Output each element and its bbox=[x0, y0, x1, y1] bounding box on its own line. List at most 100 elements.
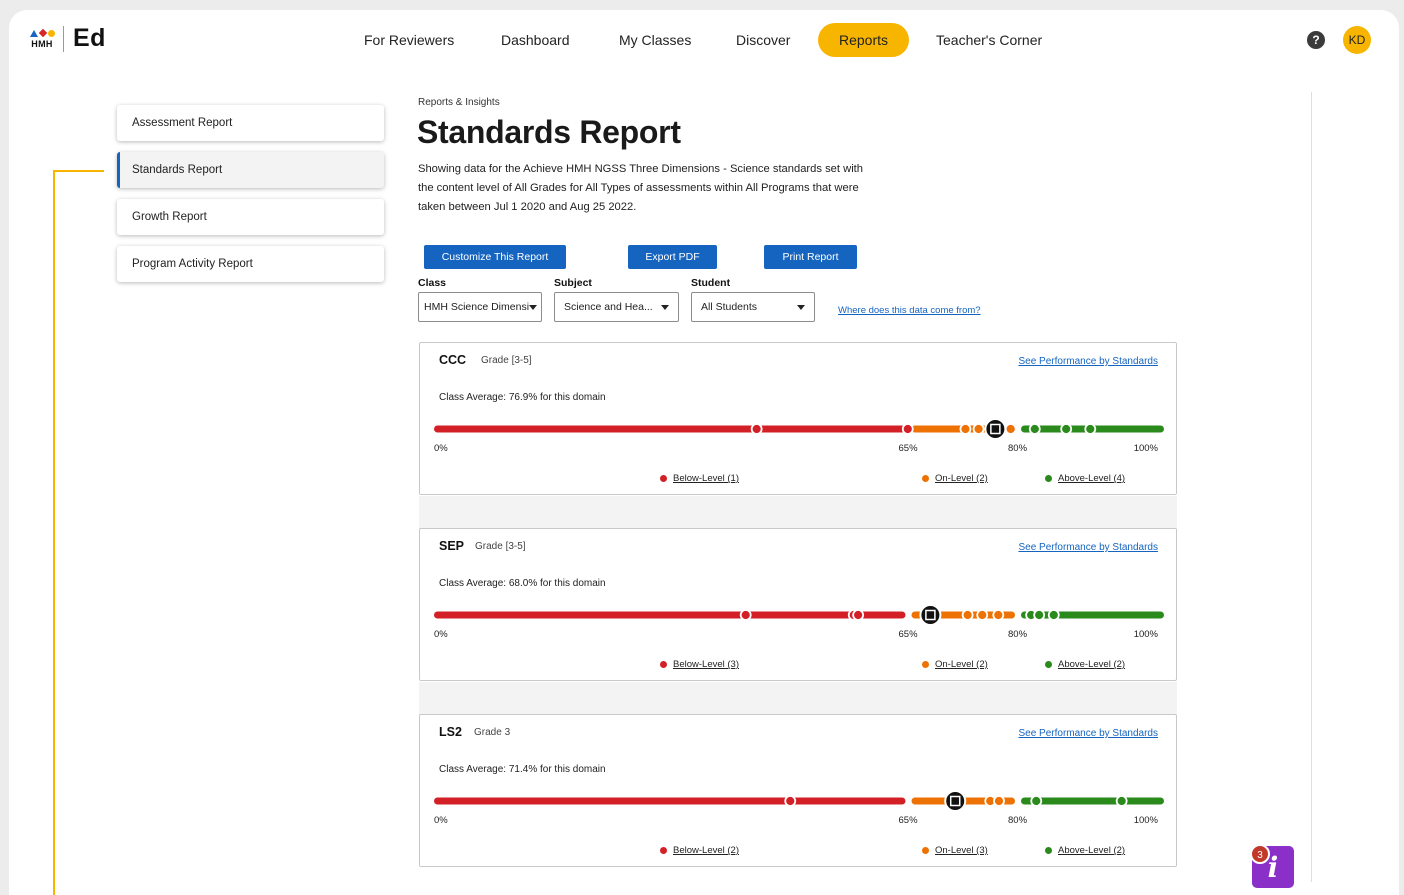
legend-above-level[interactable]: Above-Level (2) bbox=[1045, 845, 1125, 856]
domain-code: LS2 bbox=[439, 725, 462, 739]
student-score-marker bbox=[784, 795, 797, 807]
page-title: Standards Report bbox=[417, 114, 681, 150]
class-select-value: HMH Science Dimensi bbox=[424, 301, 530, 313]
student-filter-label: Student bbox=[691, 277, 731, 289]
sidebar-item-program-activity-report[interactable]: Program Activity Report bbox=[117, 246, 384, 282]
domain-code: CCC bbox=[439, 353, 467, 367]
student-score-marker bbox=[739, 609, 752, 621]
legend-label: On-Level (2) bbox=[935, 659, 988, 670]
axis-tick-label: 0% bbox=[434, 443, 448, 454]
legend-on-level[interactable]: On-Level (2) bbox=[922, 473, 988, 484]
see-performance-link[interactable]: See Performance by Standards bbox=[1018, 542, 1158, 553]
legend-dot-icon bbox=[922, 475, 929, 482]
legend-label: Above-Level (4) bbox=[1058, 473, 1126, 484]
see-performance-link[interactable]: See Performance by Standards bbox=[1018, 356, 1158, 367]
nav-my-classes[interactable]: My Classes bbox=[598, 23, 712, 57]
axis-tick-label: 0% bbox=[434, 629, 448, 640]
customize-report-button[interactable]: Customize This Report bbox=[424, 245, 566, 269]
print-report-button[interactable]: Print Report bbox=[764, 245, 857, 269]
user-avatar[interactable]: KD bbox=[1343, 26, 1371, 54]
legend-on-level[interactable]: On-Level (2) bbox=[922, 659, 988, 670]
student-select[interactable]: All Students bbox=[691, 292, 815, 322]
legend-dot-icon bbox=[660, 847, 667, 854]
chevron-down-icon bbox=[529, 305, 537, 310]
legend-above-level[interactable]: Above-Level (2) bbox=[1045, 659, 1125, 670]
axis-tick-label: 80% bbox=[1008, 629, 1028, 640]
right-divider bbox=[1311, 92, 1312, 882]
legend-dot-icon bbox=[922, 661, 929, 668]
report-description: Showing data for the Achieve HMH NGSS Th… bbox=[418, 163, 864, 213]
student-score-marker bbox=[1047, 609, 1060, 621]
section-spacer bbox=[419, 496, 1177, 530]
axis-tick-label: 80% bbox=[1008, 815, 1028, 826]
performance-bar bbox=[434, 418, 1164, 439]
legend-on-level[interactable]: On-Level (3) bbox=[922, 845, 988, 856]
performance-bar bbox=[434, 790, 1164, 811]
nav-dashboard[interactable]: Dashboard bbox=[480, 23, 591, 57]
axis-tick-label: 65% bbox=[898, 443, 918, 454]
student-score-marker bbox=[1084, 423, 1097, 435]
class-average-marker bbox=[984, 418, 1007, 439]
student-score-marker bbox=[959, 423, 972, 435]
student-score-marker bbox=[1030, 795, 1043, 807]
axis-tick-label: 100% bbox=[1133, 815, 1158, 826]
legend-dot-icon bbox=[1045, 847, 1052, 854]
axis-tick-label: 65% bbox=[898, 629, 918, 640]
domain-card: LS2 Grade 3 See Performance by Standards Cl… bbox=[419, 714, 1177, 867]
student-score-marker bbox=[961, 609, 974, 621]
student-score-marker bbox=[901, 423, 914, 435]
export-pdf-button[interactable]: Export PDF bbox=[628, 245, 717, 269]
notification-badge: 3 bbox=[1250, 844, 1270, 864]
student-score-marker bbox=[750, 423, 763, 435]
chevron-down-icon bbox=[797, 305, 805, 310]
performance-bar bbox=[434, 604, 1164, 625]
domain-code: SEP bbox=[439, 539, 465, 553]
legend-above-level[interactable]: Above-Level (4) bbox=[1045, 473, 1125, 484]
class-select[interactable]: HMH Science Dimensi bbox=[418, 292, 542, 322]
student-score-marker bbox=[1115, 795, 1128, 807]
legend-dot-icon bbox=[1045, 475, 1052, 482]
subject-filter-label: Subject bbox=[554, 277, 592, 289]
subject-select[interactable]: Science and Hea... bbox=[554, 292, 679, 322]
below-level-segment bbox=[434, 797, 906, 805]
data-source-link[interactable]: Where does this data come from? bbox=[838, 305, 981, 316]
legend-below-level[interactable]: Below-Level (2) bbox=[660, 845, 739, 856]
below-level-segment bbox=[434, 611, 906, 619]
nav-discover[interactable]: Discover bbox=[715, 23, 811, 57]
student-score-marker bbox=[1033, 609, 1046, 621]
legend-label: Above-Level (2) bbox=[1058, 845, 1126, 856]
legend-below-level[interactable]: Below-Level (3) bbox=[660, 659, 739, 670]
top-nav: For Reviewers Dashboard My Classes Disco… bbox=[9, 23, 1399, 57]
app-window: HMH Ed For Reviewers Dashboard My Classe… bbox=[9, 10, 1399, 895]
help-icon[interactable]: ? bbox=[1307, 31, 1325, 49]
chevron-down-icon bbox=[661, 305, 669, 310]
see-performance-link[interactable]: See Performance by Standards bbox=[1018, 728, 1158, 739]
axis-tick-label: 100% bbox=[1133, 443, 1158, 454]
highlight-connector bbox=[53, 170, 104, 172]
above-level-segment bbox=[1021, 797, 1164, 805]
sidebar-item-assessment-report[interactable]: Assessment Report bbox=[117, 105, 384, 141]
class-average-marker bbox=[944, 790, 967, 811]
legend-label: On-Level (3) bbox=[935, 845, 988, 856]
axis-tick-label: 80% bbox=[1008, 443, 1028, 454]
subject-select-value: Science and Hea... bbox=[564, 301, 653, 313]
axis-tick-label: 0% bbox=[434, 815, 448, 826]
nav-reports[interactable]: Reports bbox=[818, 23, 910, 57]
legend-below-level[interactable]: Below-Level (1) bbox=[660, 473, 739, 484]
domain-card: SEP Grade [3-5] See Performance by Standar… bbox=[419, 528, 1177, 681]
class-filter-label: Class bbox=[418, 277, 447, 289]
student-score-marker bbox=[1060, 423, 1073, 435]
legend-label: On-Level (2) bbox=[935, 473, 988, 484]
sidebar-item-standards-report[interactable]: Standards Report bbox=[117, 152, 384, 188]
class-average-marker bbox=[919, 604, 942, 625]
student-score-marker bbox=[1004, 423, 1017, 435]
domain-card: CCC Grade [3-5] See Performance by Standar… bbox=[419, 342, 1177, 495]
domain-grade: Grade [3-5] bbox=[475, 541, 526, 552]
student-score-marker bbox=[976, 609, 989, 621]
nav-for-reviewers[interactable]: For Reviewers bbox=[343, 23, 475, 57]
class-average-text: Class Average: 76.9% for this domain bbox=[439, 392, 606, 403]
student-score-marker bbox=[972, 423, 985, 435]
sidebar-item-growth-report[interactable]: Growth Report bbox=[117, 199, 384, 235]
section-spacer bbox=[419, 682, 1177, 716]
nav-teachers-corner[interactable]: Teacher's Corner bbox=[915, 23, 1063, 57]
